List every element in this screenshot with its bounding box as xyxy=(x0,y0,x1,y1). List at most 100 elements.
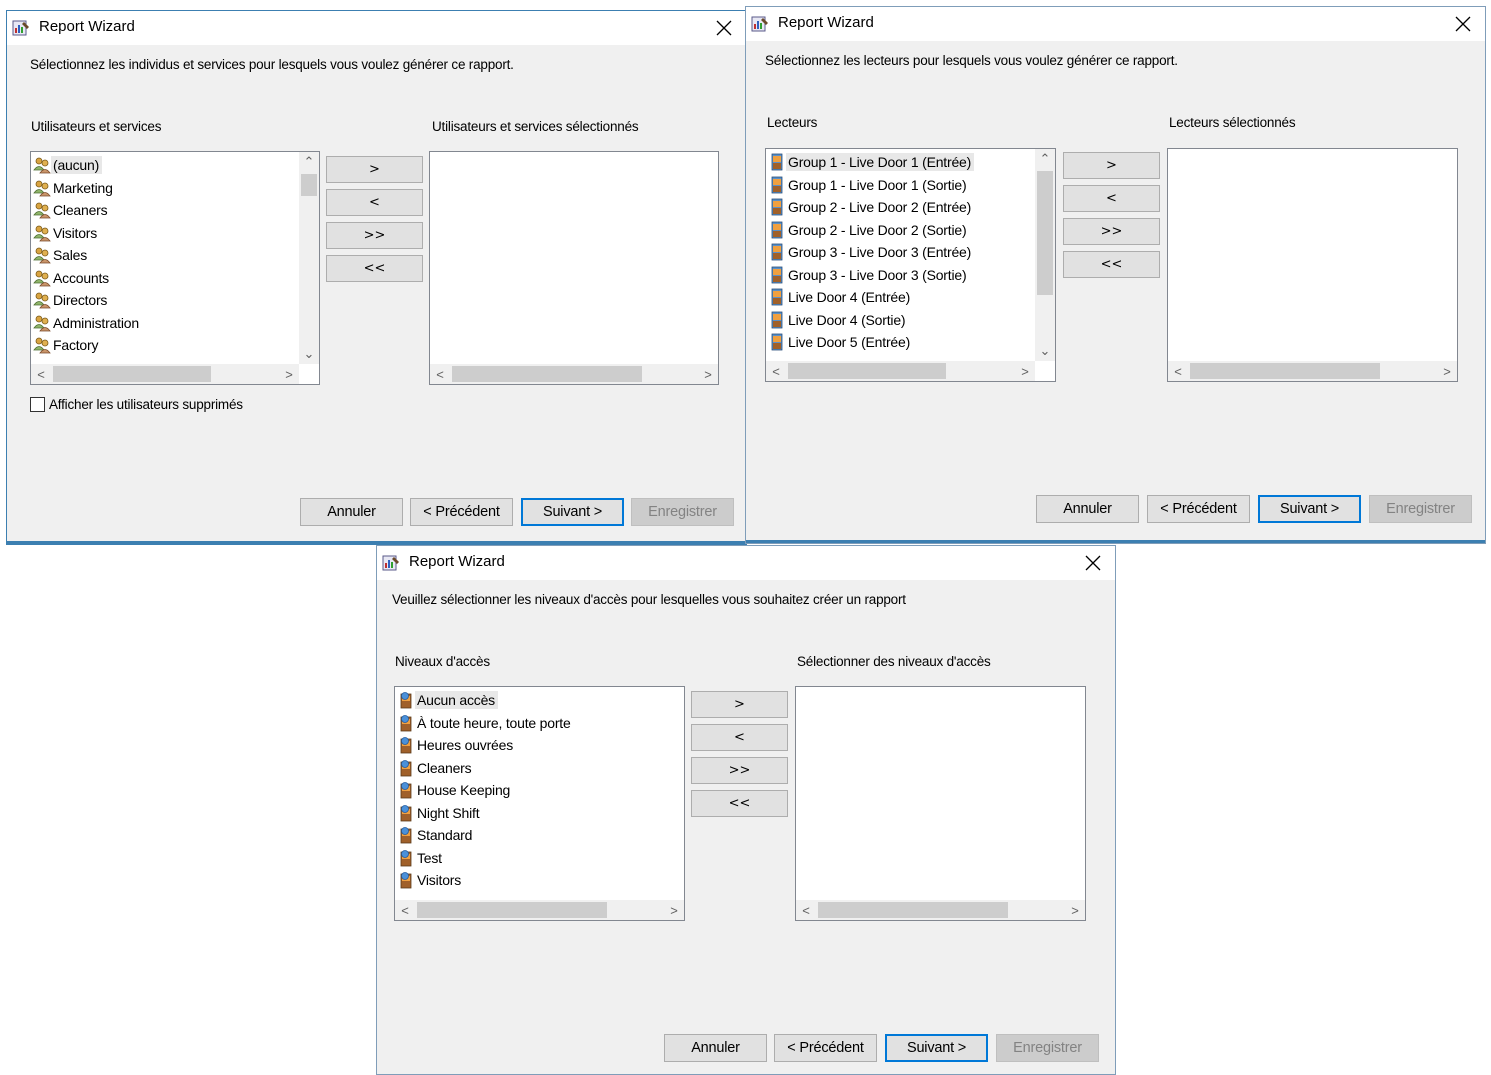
close-button[interactable] xyxy=(1441,7,1485,41)
scroll-thumb[interactable] xyxy=(788,363,946,379)
list-item[interactable]: Live Door 5 (Entrée) xyxy=(768,331,974,354)
save-button[interactable]: Enregistrer xyxy=(1369,495,1472,523)
scroll-up-icon[interactable]: ⌃ xyxy=(1035,149,1055,169)
next-button[interactable]: Suivant > xyxy=(1258,495,1361,523)
list-item[interactable]: Aucun accès xyxy=(397,689,574,712)
scroll-thumb[interactable] xyxy=(1037,171,1053,295)
cancel-button[interactable]: Annuler xyxy=(300,498,403,526)
add-all-button[interactable]: >> xyxy=(691,757,788,784)
add-button[interactable]: > xyxy=(1063,152,1160,179)
scroll-thumb[interactable] xyxy=(301,174,317,196)
cancel-button[interactable]: Annuler xyxy=(664,1034,767,1062)
scroll-right-icon[interactable]: > xyxy=(1437,361,1457,381)
horizontal-scrollbar[interactable]: < > xyxy=(31,364,299,384)
scroll-right-icon[interactable]: > xyxy=(1015,361,1035,381)
list-item[interactable]: Cleaners xyxy=(33,199,142,222)
remove-all-button[interactable]: << xyxy=(691,790,788,817)
list-item[interactable]: Sales xyxy=(33,244,142,267)
add-button[interactable]: > xyxy=(691,691,788,718)
available-access-levels-list[interactable]: Aucun accès À toute heure, toute porte Heu… xyxy=(394,686,685,921)
close-button[interactable] xyxy=(702,11,746,45)
scroll-down-icon[interactable]: ⌄ xyxy=(1035,341,1055,361)
vertical-scrollbar[interactable]: ⌃ ⌄ xyxy=(1035,149,1055,361)
remove-button[interactable]: < xyxy=(326,189,423,216)
door-icon xyxy=(768,176,786,194)
remove-all-button[interactable]: << xyxy=(326,255,423,282)
scroll-left-icon[interactable]: < xyxy=(395,900,415,920)
scroll-right-icon[interactable]: > xyxy=(664,900,684,920)
scroll-left-icon[interactable]: < xyxy=(1168,361,1188,381)
scroll-right-icon[interactable]: > xyxy=(279,364,299,384)
scroll-thumb[interactable] xyxy=(417,902,607,918)
list-item[interactable]: Night Shift xyxy=(397,802,574,825)
remove-button[interactable]: < xyxy=(691,724,788,751)
close-button[interactable] xyxy=(1071,546,1115,580)
list-item[interactable]: Standard xyxy=(397,824,574,847)
scroll-thumb[interactable] xyxy=(1190,363,1380,379)
list-item[interactable]: Group 1 - Live Door 1 (Sortie) xyxy=(768,174,974,197)
scroll-thumb[interactable] xyxy=(452,366,642,382)
list-item[interactable]: Group 2 - Live Door 2 (Sortie) xyxy=(768,219,974,242)
list-item[interactable]: (aucun) xyxy=(33,154,142,177)
scroll-thumb[interactable] xyxy=(53,366,211,382)
next-button[interactable]: Suivant > xyxy=(521,498,624,526)
list-item-label: Cleaners xyxy=(53,202,108,219)
list-item[interactable]: Group 3 - Live Door 3 (Entrée) xyxy=(768,241,974,264)
save-button[interactable]: Enregistrer xyxy=(631,498,734,526)
show-deleted-users-checkbox[interactable]: Afficher les utilisateurs supprimés xyxy=(30,397,243,412)
vertical-scrollbar[interactable]: ⌃ ⌄ xyxy=(299,152,319,364)
list-item[interactable]: Group 3 - Live Door 3 (Sortie) xyxy=(768,264,974,287)
scroll-down-icon[interactable]: ⌄ xyxy=(299,344,319,364)
list-item[interactable]: Heures ouvrées xyxy=(397,734,574,757)
cancel-button[interactable]: Annuler xyxy=(1036,495,1139,523)
scroll-left-icon[interactable]: < xyxy=(430,364,450,384)
horizontal-scrollbar[interactable]: < > xyxy=(766,361,1035,381)
scroll-left-icon[interactable]: < xyxy=(796,900,816,920)
remove-button[interactable]: < xyxy=(1063,185,1160,212)
save-button[interactable]: Enregistrer xyxy=(996,1034,1099,1062)
scroll-left-icon[interactable]: < xyxy=(31,364,51,384)
selected-users-list[interactable]: < > xyxy=(429,151,719,385)
horizontal-scrollbar[interactable]: < > xyxy=(395,900,684,920)
list-item[interactable]: Group 2 - Live Door 2 (Entrée) xyxy=(768,196,974,219)
add-all-button[interactable]: >> xyxy=(326,222,423,249)
list-item[interactable]: Directors xyxy=(33,289,142,312)
available-users-list[interactable]: (aucun) Marketing Cleaners Visitors Sales Acc… xyxy=(30,151,320,385)
list-item[interactable]: Administration xyxy=(33,312,142,335)
scroll-thumb[interactable] xyxy=(818,902,1008,918)
add-button[interactable]: > xyxy=(326,156,423,183)
list-item[interactable]: Test xyxy=(397,847,574,870)
list-item[interactable]: Cleaners xyxy=(397,757,574,780)
selected-readers-list[interactable]: < > xyxy=(1167,148,1458,382)
horizontal-scrollbar[interactable]: < > xyxy=(1168,361,1457,381)
title-bar[interactable]: Report Wizard xyxy=(746,7,1485,41)
list-item[interactable]: À toute heure, toute porte xyxy=(397,712,574,735)
add-all-button[interactable]: >> xyxy=(1063,218,1160,245)
list-item[interactable]: Factory xyxy=(33,334,142,357)
previous-button[interactable]: < Précédent xyxy=(1147,495,1250,523)
list-item[interactable]: Visitors xyxy=(397,869,574,892)
list-item[interactable]: House Keeping xyxy=(397,779,574,802)
scroll-right-icon[interactable]: > xyxy=(698,364,718,384)
list-item[interactable]: Live Door 4 (Sortie) xyxy=(768,309,974,332)
next-button[interactable]: Suivant > xyxy=(885,1034,988,1062)
user-group-icon xyxy=(33,156,51,174)
previous-button[interactable]: < Précédent xyxy=(774,1034,877,1062)
title-bar[interactable]: Report Wizard xyxy=(7,11,746,45)
scroll-left-icon[interactable]: < xyxy=(766,361,786,381)
remove-all-button[interactable]: << xyxy=(1063,251,1160,278)
previous-button[interactable]: < Précédent xyxy=(410,498,513,526)
list-item[interactable]: Marketing xyxy=(33,177,142,200)
scroll-right-icon[interactable]: > xyxy=(1065,900,1085,920)
list-item[interactable]: Visitors xyxy=(33,222,142,245)
checkbox-box[interactable] xyxy=(30,397,45,412)
horizontal-scrollbar[interactable]: < > xyxy=(796,900,1085,920)
scroll-up-icon[interactable]: ⌃ xyxy=(299,152,319,172)
title-bar[interactable]: Report Wizard xyxy=(377,546,1115,580)
list-item[interactable]: Live Door 4 (Entrée) xyxy=(768,286,974,309)
available-readers-list[interactable]: Group 1 - Live Door 1 (Entrée) Group 1 - … xyxy=(765,148,1056,382)
horizontal-scrollbar[interactable]: < > xyxy=(430,364,718,384)
list-item[interactable]: Group 1 - Live Door 1 (Entrée) xyxy=(768,151,975,174)
selected-access-levels-list[interactable]: < > xyxy=(795,686,1086,921)
list-item[interactable]: Accounts xyxy=(33,267,142,290)
